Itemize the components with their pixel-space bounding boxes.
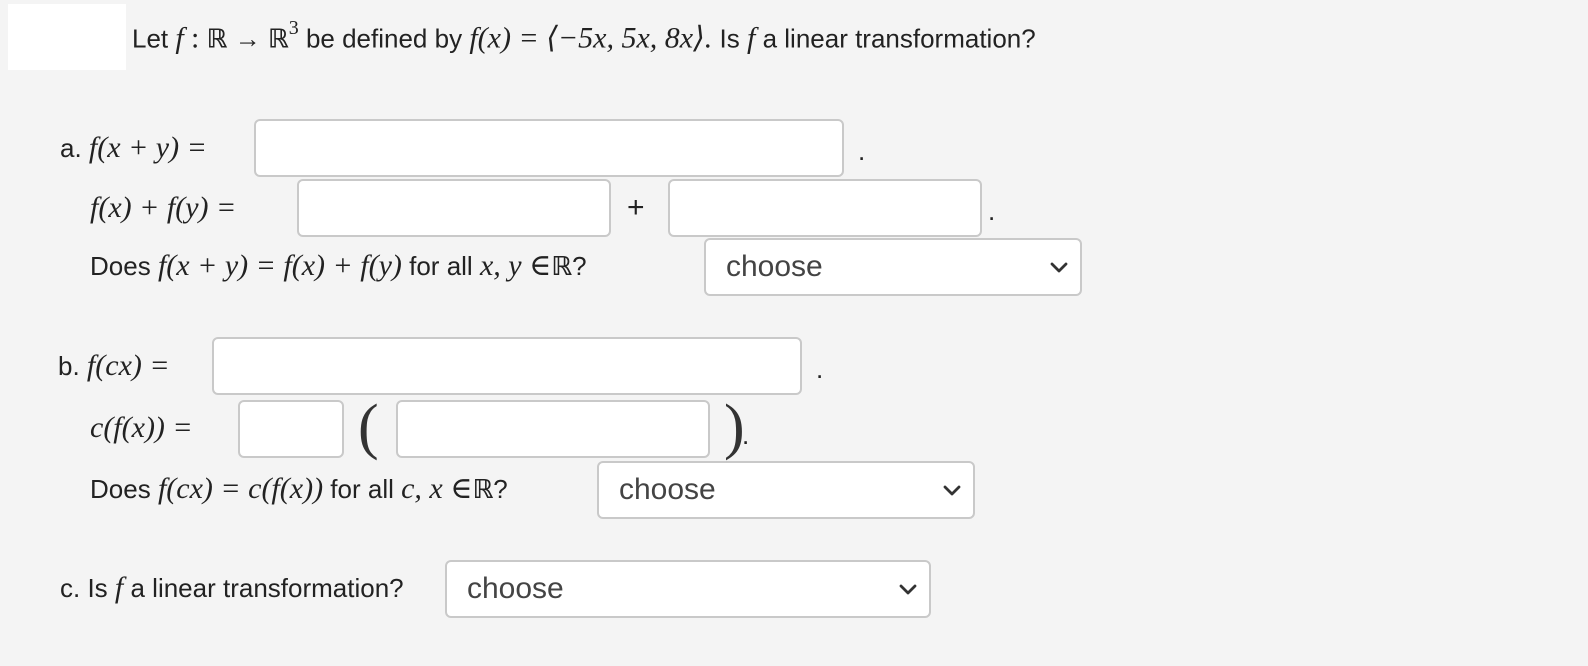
part-c-select-value: choose (467, 572, 564, 605)
part-a-R: ℝ (551, 252, 573, 282)
part-b-row1-label: b. f(cx) = (58, 349, 170, 383)
question-f2: f (747, 21, 756, 55)
part-a-does: Does (90, 251, 151, 281)
part-c-f: f (114, 571, 124, 604)
part-c-linear-select[interactable]: choose (445, 560, 931, 618)
part-a-additivity-select[interactable]: choose (704, 238, 1082, 296)
part-b-homogeneity-select[interactable]: choose (597, 461, 975, 519)
part-a-lhs1: f(x + y) = (88, 131, 207, 164)
part-a-f-y-input[interactable] (668, 179, 982, 237)
part-a-label: a. (60, 133, 82, 163)
part-a-f-x-plus-y-input[interactable] (254, 119, 844, 177)
question-tail: a linear transformation? (762, 23, 1036, 54)
image-placeholder (8, 4, 126, 70)
question-codomain-R: ℝ (267, 24, 289, 55)
question-f: f (175, 21, 184, 55)
part-b-qmark: ? (493, 474, 508, 504)
part-a-row1-label: a. f(x + y) = (60, 131, 207, 165)
part-b-period1: . (816, 354, 824, 384)
chevron-down-icon (1050, 262, 1068, 273)
part-b-f-x-input[interactable] (396, 400, 710, 458)
part-a-row2-label: f(x) + f(y) = (90, 191, 236, 225)
part-a-f-x-input[interactable] (297, 179, 611, 237)
part-b-left-paren: ( (358, 393, 379, 461)
question-let: Let (132, 23, 169, 54)
part-a-qmark: ? (572, 251, 587, 281)
question-text: Let f : ℝ → ℝ3 be defined by f(x) = ⟨−5x… (132, 15, 1036, 57)
part-b-c-input[interactable] (238, 400, 344, 458)
part-b-f-cx-input[interactable] (212, 337, 802, 395)
part-a-for-all: for all (409, 251, 473, 281)
part-b-row2-label: c(f(x)) = (90, 411, 193, 445)
chevron-down-icon (943, 485, 961, 496)
part-b-label: b. (58, 351, 80, 381)
part-b-select-value: choose (619, 473, 716, 506)
part-c-question: c. Is f a linear transformation? (60, 571, 404, 605)
part-a-equation: f(x + y) = f(x) + f(y) (157, 249, 402, 282)
part-a-select-value: choose (726, 250, 823, 283)
part-a-plus: + (627, 191, 645, 224)
part-c-tail: a linear transformation? (130, 573, 404, 603)
question-defined-by: be defined by (305, 23, 463, 54)
part-b-period2: . (742, 420, 750, 450)
part-b-lhs2: c(f(x)) = (90, 411, 193, 444)
part-b-lhs1: f(cx) = (86, 349, 170, 382)
part-a-period1: . (858, 136, 866, 166)
part-b-question: Does f(cx) = c(f(x)) for all c, x ∈ℝ? (90, 472, 508, 507)
part-b-R: ℝ (472, 475, 494, 505)
question-domain-R: ℝ (206, 24, 228, 55)
question-arrow: → (234, 23, 261, 54)
question-colon: : (190, 21, 200, 55)
part-c-label: c. Is (60, 573, 108, 603)
chevron-down-icon (899, 584, 917, 595)
question-expression: f(x) = ⟨−5x, 5x, 8x⟩. (469, 21, 713, 55)
part-b-equation: f(cx) = c(f(x)) (157, 472, 324, 505)
part-a-question: Does f(x + y) = f(x) + f(y) for all x, y… (90, 249, 587, 284)
question-is: Is (719, 23, 740, 54)
part-a-lhs2: f(x) + f(y) = (90, 191, 237, 224)
part-b-for-all: for all (330, 474, 394, 504)
part-b-does: Does (90, 474, 151, 504)
part-b-vars: c, x ∈ (401, 472, 473, 505)
part-a-period2: . (988, 196, 996, 226)
part-a-vars: x, y ∈ (479, 249, 552, 282)
question-exponent: 3 (288, 17, 299, 39)
